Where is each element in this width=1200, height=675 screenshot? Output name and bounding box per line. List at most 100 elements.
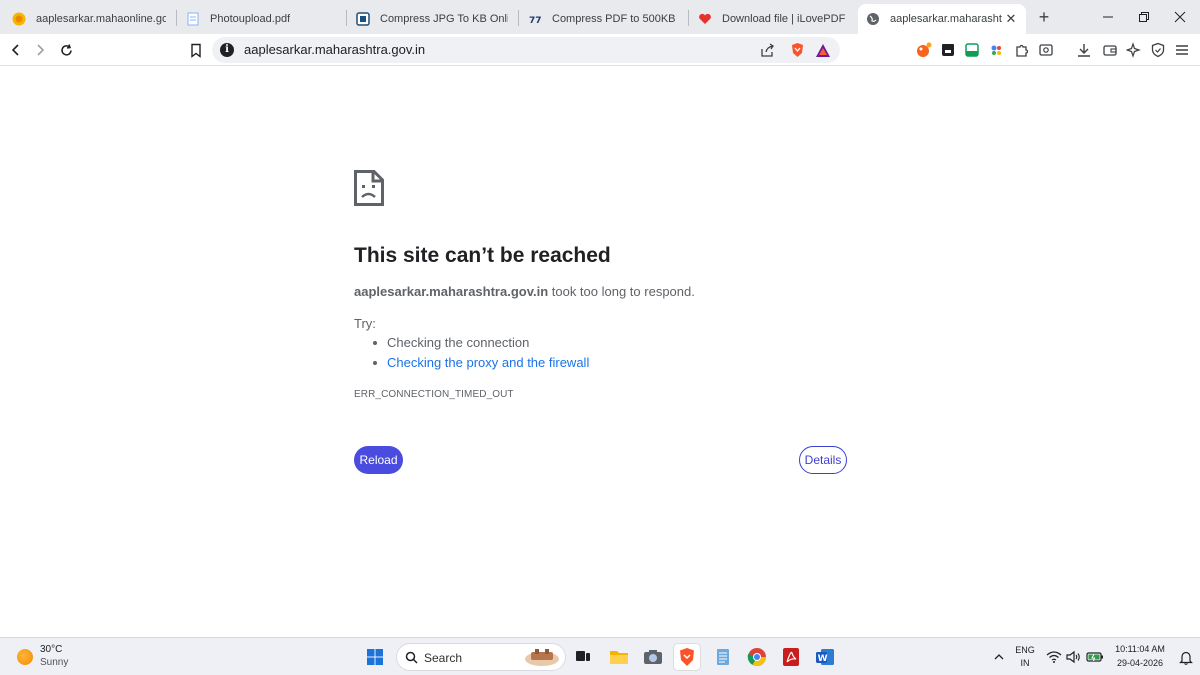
volume-button[interactable] — [1064, 644, 1082, 670]
notifications-button[interactable] — [1176, 644, 1196, 670]
sun-favicon-icon — [12, 12, 26, 26]
forward-arrow-icon — [37, 44, 45, 56]
close-window-button[interactable] — [1168, 6, 1192, 28]
clock-time: 10:11:04 AM — [1115, 644, 1165, 654]
tab-aaplesarkar-mahaonline[interactable]: aaplesarkar.mahaonline.gov.in — [4, 4, 174, 34]
notepad-button[interactable] — [710, 644, 736, 670]
error-description: aaplesarkar.maharashtra.gov.in took too … — [354, 284, 695, 299]
site-info-icon[interactable]: i — [220, 43, 234, 57]
refresh-icon — [60, 43, 72, 56]
suggestion-list: Checking the connection Checking the pro… — [370, 335, 589, 375]
minimize-button[interactable] — [1096, 6, 1120, 28]
acrobat-pdf-icon — [783, 648, 799, 666]
taskbar-search[interactable]: Search — [396, 643, 566, 671]
close-tab-icon[interactable]: ✕ — [1004, 12, 1018, 26]
camera-app-button[interactable] — [640, 644, 666, 670]
brave-browser-button[interactable] — [674, 644, 700, 670]
svg-text:W: W — [818, 654, 828, 664]
hamburger-menu-icon — [1176, 45, 1188, 55]
extension-button[interactable] — [962, 40, 982, 60]
suggestion-check-proxy-item: Checking the proxy and the firewall — [370, 355, 589, 375]
store-extension-icon — [942, 44, 954, 56]
new-tab-button[interactable]: + — [1034, 7, 1054, 27]
tab-divider — [688, 10, 689, 26]
folder-icon — [610, 651, 628, 664]
sparkle-icon — [1126, 42, 1141, 58]
ai-sparkle-button[interactable] — [1124, 40, 1144, 60]
weather-condition: Sunny — [40, 657, 69, 668]
weather-temperature: 30°C — [40, 644, 63, 655]
forward-button[interactable] — [30, 40, 50, 60]
tab-divider — [346, 10, 347, 26]
file-explorer-button[interactable] — [606, 644, 632, 670]
tab-label: Download file | iLovePDF — [722, 13, 846, 25]
share-icon[interactable] — [758, 41, 776, 59]
search-icon — [405, 651, 418, 664]
camera-icon — [644, 650, 662, 664]
tab-photoupload-pdf[interactable]: Photoupload.pdf — [178, 4, 344, 34]
sidebar-button[interactable] — [1036, 40, 1056, 60]
globe-icon — [866, 12, 880, 26]
pi7-image-icon — [356, 12, 370, 26]
acrobat-reader-button[interactable] — [778, 644, 804, 670]
task-view-button[interactable] — [570, 644, 596, 670]
pi7-pdf-icon: 77 — [528, 12, 542, 26]
details-button[interactable]: Details — [799, 446, 847, 474]
notepad-icon — [717, 649, 729, 665]
windows-logo-icon — [367, 649, 383, 665]
network-button[interactable] — [1044, 644, 1064, 670]
battery-button[interactable] — [1084, 644, 1106, 670]
error-title: This site can’t be reached — [354, 244, 611, 267]
brave-lion-icon — [680, 648, 694, 666]
start-button[interactable] — [362, 644, 388, 670]
reload-button[interactable]: Reload — [354, 446, 403, 474]
tab-label: Compress PDF to 500KB | Pi7 PDF — [552, 13, 678, 25]
vpn-button[interactable] — [1148, 40, 1168, 60]
address-bar[interactable]: i aaplesarkar.maharashtra.gov.in — [212, 37, 840, 63]
restore-button[interactable] — [1132, 6, 1156, 28]
wallet-button[interactable] — [1100, 40, 1120, 60]
menu-button[interactable] — [1172, 40, 1192, 60]
green-card-extension-icon — [965, 43, 979, 57]
clock-date: 29-04-2026 — [1116, 658, 1164, 668]
extension-button[interactable] — [938, 40, 958, 60]
shield-icon — [1151, 42, 1165, 58]
tab-label: Photoupload.pdf — [210, 13, 291, 25]
back-arrow-icon — [11, 44, 19, 56]
ilovepdf-heart-icon — [698, 12, 712, 26]
google-lens-extension-icon — [991, 45, 1001, 55]
download-icon — [1078, 44, 1090, 57]
tab-label: aaplesarkar.maharashtra.gov.in — [890, 13, 1002, 25]
tab-divider — [176, 10, 177, 26]
tab-compress-jpg[interactable]: Compress JPG To KB Online | Pi7 — [348, 4, 516, 34]
bell-icon — [1179, 651, 1193, 665]
puzzle-icon — [1016, 44, 1029, 57]
wifi-icon — [1046, 651, 1062, 663]
tab-aaplesarkar-maharashtra[interactable]: aaplesarkar.maharashtra.gov.in ✕ — [858, 4, 1026, 34]
word-icon: W — [816, 649, 834, 665]
extension-button[interactable] — [986, 40, 1006, 60]
tab-ilovepdf[interactable]: Download file | iLovePDF — [690, 4, 854, 34]
leo-ai-button[interactable] — [914, 40, 934, 60]
screenshot-search-icon — [1039, 44, 1053, 56]
speaker-icon — [1066, 650, 1080, 664]
tab-compress-pdf[interactable]: 77 Compress PDF to 500KB | Pi7 PDF — [520, 4, 686, 34]
suggestion-check-proxy-link[interactable]: Checking the proxy and the firewall — [387, 355, 589, 370]
try-label: Try: — [354, 316, 376, 331]
chrome-button[interactable] — [744, 644, 770, 670]
brave-shields-icon[interactable] — [788, 41, 806, 59]
brave-rewards-icon[interactable] — [814, 41, 832, 59]
error-host: aaplesarkar.maharashtra.gov.in — [354, 284, 549, 299]
search-label: Search — [424, 651, 463, 665]
bookmark-button[interactable] — [186, 40, 206, 60]
word-button[interactable]: W — [812, 644, 838, 670]
reload-toolbar-button[interactable] — [56, 40, 76, 60]
show-hidden-icons-button[interactable] — [986, 644, 1012, 670]
back-button[interactable] — [6, 40, 26, 60]
error-code: ERR_CONNECTION_TIMED_OUT — [354, 389, 514, 400]
downloads-button[interactable] — [1074, 40, 1094, 60]
extensions-button[interactable] — [1012, 40, 1032, 60]
sad-page-icon — [354, 170, 384, 206]
svg-text:77: 77 — [529, 16, 542, 26]
sun-weather-icon — [17, 649, 33, 665]
